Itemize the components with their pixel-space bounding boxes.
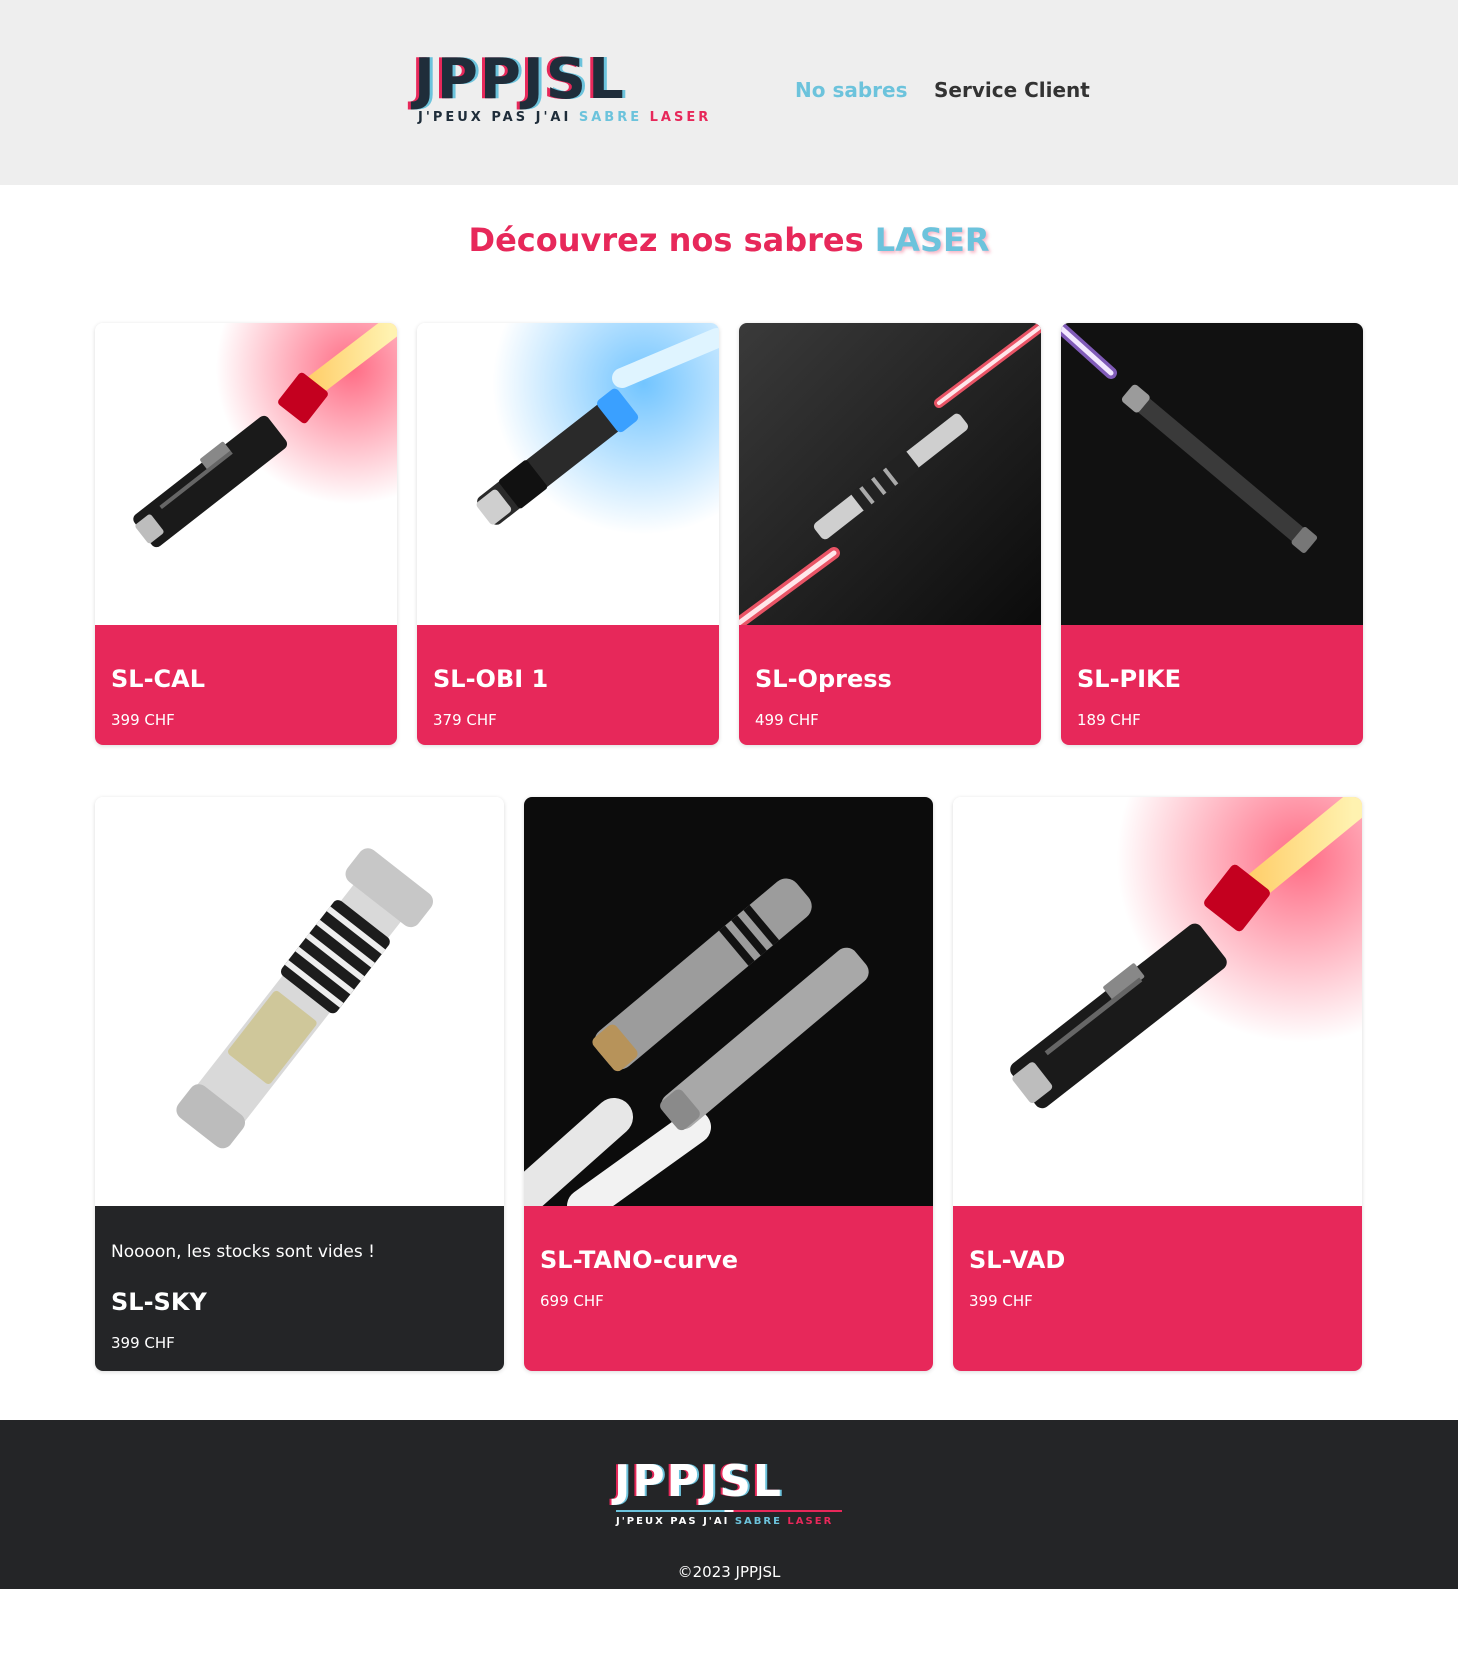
product-info: SL-TANO-curve 699 CHF [524, 1206, 933, 1371]
product-name: SL-TANO-curve [540, 1246, 739, 1274]
site-logo[interactable]: JPPJSL J'PEUX PAS J'AI SABRE LASER [414, 52, 710, 126]
product-price: 399 CHF [111, 711, 175, 729]
logo-wordmark: JPPJSL [414, 47, 626, 112]
nav-link-no-sabres[interactable]: No sabres [795, 78, 908, 102]
product-info: SL-Opress 499 CHF [739, 625, 1041, 745]
page-title-accent: LASER [874, 221, 990, 259]
product-price: 399 CHF [969, 1292, 1033, 1310]
product-name: SL-SKY [111, 1288, 207, 1316]
product-info: Noooon, les stocks sont vides ! SL-SKY 3… [95, 1206, 504, 1371]
footer-logo-tagline-laser: LASER [787, 1516, 834, 1527]
footer-logo-divider [616, 1510, 842, 1512]
product-image [739, 323, 1041, 625]
product-image [1061, 323, 1363, 625]
product-info: SL-PIKE 189 CHF [1061, 625, 1363, 745]
page-title-prefix: Découvrez nos sabres [468, 221, 864, 259]
out-of-stock-message: Noooon, les stocks sont vides ! [111, 1242, 375, 1262]
product-name: SL-OBI 1 [433, 665, 549, 693]
footer-logo-wordmark: JPPJSL [614, 1456, 783, 1507]
product-info: SL-CAL 399 CHF [95, 625, 397, 745]
footer-logo-tagline-prefix: J'PEUX PAS J'AI [616, 1516, 730, 1527]
product-name: SL-PIKE [1077, 665, 1182, 693]
footer-logo[interactable]: JPPJSL J'PEUX PAS J'AI SABRE LASER [614, 1460, 844, 1530]
product-image [953, 797, 1362, 1206]
product-info: SL-VAD 399 CHF [953, 1206, 1362, 1371]
copyright-text: ©2023 JPPJSL [677, 1563, 781, 1581]
product-image [417, 323, 719, 625]
site-footer: JPPJSL J'PEUX PAS J'AI SABRE LASER ©2023… [0, 1420, 1458, 1589]
site-header: JPPJSL J'PEUX PAS J'AI SABRE LASER No sa… [0, 0, 1458, 185]
footer-logo-tagline: J'PEUX PAS J'AI SABRE LASER [616, 1516, 833, 1527]
product-image [95, 323, 397, 625]
logo-tagline: J'PEUX PAS J'AI SABRE LASER [418, 110, 711, 125]
product-card-sl-pike[interactable]: SL-PIKE 189 CHF [1061, 323, 1363, 745]
product-image [524, 797, 933, 1206]
product-price: 189 CHF [1077, 711, 1141, 729]
product-name: SL-CAL [111, 665, 206, 693]
product-card-sl-tano-curve[interactable]: SL-TANO-curve 699 CHF [524, 797, 933, 1371]
product-price: 379 CHF [433, 711, 497, 729]
product-info: SL-OBI 1 379 CHF [417, 625, 719, 745]
product-card-sl-cal[interactable]: SL-CAL 399 CHF [95, 323, 397, 745]
product-card-sl-sky[interactable]: Noooon, les stocks sont vides ! SL-SKY 3… [95, 797, 504, 1371]
product-card-sl-vad[interactable]: SL-VAD 399 CHF [953, 797, 1362, 1371]
product-image [95, 797, 504, 1206]
product-price: 399 CHF [111, 1334, 175, 1352]
product-card-sl-opress[interactable]: SL-Opress 499 CHF [739, 323, 1041, 745]
product-price: 499 CHF [755, 711, 819, 729]
logo-tagline-laser: LASER [649, 110, 712, 125]
logo-tagline-prefix: J'PEUX PAS J'AI [418, 110, 572, 125]
page-title: Découvrez nos sabres LASER [0, 221, 1458, 259]
product-name: SL-Opress [755, 665, 892, 693]
logo-tagline-sabre: SABRE [578, 110, 643, 125]
footer-logo-tagline-sabre: SABRE [734, 1516, 782, 1527]
nav-link-service-client[interactable]: Service Client [934, 78, 1090, 102]
product-name: SL-VAD [969, 1246, 1066, 1274]
product-card-sl-obi-1[interactable]: SL-OBI 1 379 CHF [417, 323, 719, 745]
product-price: 699 CHF [540, 1292, 604, 1310]
